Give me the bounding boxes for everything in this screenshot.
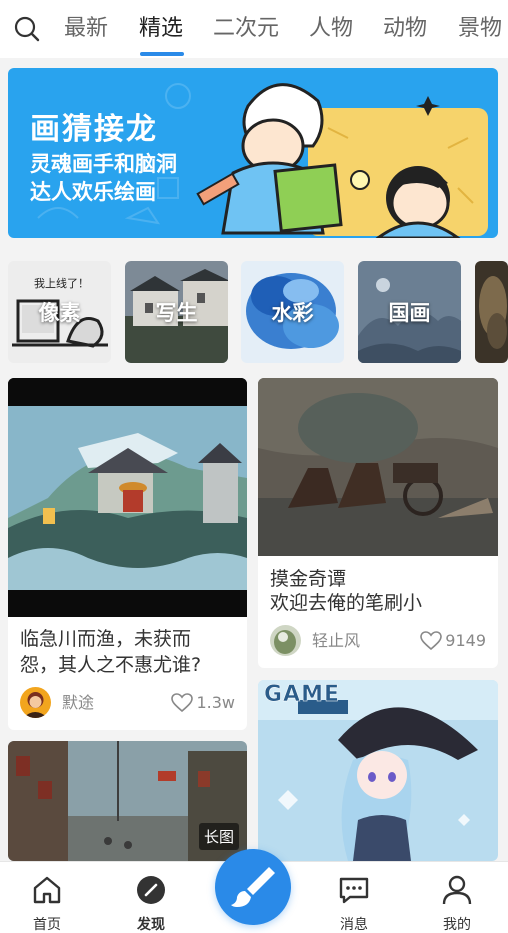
nav-mine[interactable]: 我的 — [427, 874, 487, 933]
like-count-value: 9149 — [445, 631, 486, 650]
like-count[interactable]: 9149 — [420, 631, 486, 651]
artwork-title-line1: 摸金奇谭 — [270, 568, 347, 590]
category-label: 像素 — [38, 301, 81, 325]
promo-banner[interactable]: 画猜接龙 灵魂画手和脑洞 达人欢乐绘画 — [8, 68, 498, 238]
home-icon — [33, 876, 61, 904]
nav-home[interactable]: 首页 — [17, 874, 77, 933]
long-image-badge: 长图 — [198, 823, 239, 850]
nav-messages[interactable]: 消息 — [324, 874, 384, 933]
heart-icon[interactable] — [171, 693, 194, 713]
user-icon — [442, 875, 472, 905]
category-pixel-caption: 我上线了！ — [34, 277, 89, 290]
tab-featured[interactable]: 精选 — [139, 14, 183, 44]
top-tab-bar: 最新 精选 二次元 人物 动物 景物 — [0, 0, 508, 58]
avatar-image — [20, 687, 51, 718]
active-tab-indicator — [140, 52, 184, 56]
artwork-image — [8, 378, 247, 617]
tab-scenery[interactable]: 景物 — [458, 14, 502, 44]
banner-subtitle: 灵魂画手和脑洞 达人欢乐绘画 — [30, 150, 177, 206]
category-watercolor[interactable]: 水彩 — [241, 261, 344, 363]
nav-mine-label: 我的 — [443, 917, 471, 933]
avatar[interactable] — [270, 625, 301, 656]
author-name[interactable]: 轻止风 — [312, 631, 360, 651]
category-label: 写生 — [155, 301, 198, 325]
avatar-image — [270, 625, 301, 656]
tab-anime[interactable]: 二次元 — [213, 14, 279, 44]
tab-people[interactable]: 人物 — [309, 14, 353, 44]
discover-icon — [137, 876, 165, 904]
avatar[interactable] — [20, 687, 51, 718]
artwork-card-right-1[interactable]: 摸金奇谭 欢迎去俺的笔刷小 轻止风 9149 — [258, 378, 498, 668]
banner-subtitle-line1: 灵魂画手和脑洞 — [30, 152, 177, 176]
nav-discover[interactable]: 发现 — [121, 874, 181, 933]
banner-title: 画猜接龙 — [30, 112, 158, 147]
category-label: 水彩 — [271, 301, 314, 325]
magazine-masthead: GAME — [264, 682, 341, 708]
category-pixel[interactable]: 我上线了！ 像素 — [8, 261, 111, 363]
category-label: 国画 — [388, 301, 431, 325]
search-icon[interactable] — [14, 16, 40, 42]
nav-messages-label: 消息 — [340, 917, 368, 933]
artwork-title-line1: 临急川而渔，未获而 — [20, 628, 192, 650]
artwork-image — [258, 378, 498, 556]
artwork-card-right-2[interactable]: GAME — [258, 680, 498, 861]
artwork-card-left-2[interactable]: 长图 — [8, 741, 247, 861]
artwork-title-line2: 欢迎去俺的笔刷小 — [270, 592, 423, 614]
heart-icon[interactable] — [420, 631, 443, 651]
author-name[interactable]: 默途 — [62, 693, 94, 713]
create-artwork-button[interactable] — [215, 849, 291, 925]
message-icon — [339, 877, 369, 904]
like-count-value: 1.3w — [196, 693, 235, 712]
category-chinese-painting[interactable]: 国画 — [358, 261, 461, 363]
artwork-image — [258, 680, 498, 861]
tab-animals[interactable]: 动物 — [383, 14, 427, 44]
category-more[interactable] — [475, 261, 508, 363]
brush-icon — [231, 867, 275, 907]
nav-home-label: 首页 — [33, 917, 61, 933]
tab-latest[interactable]: 最新 — [64, 14, 108, 44]
banner-subtitle-line2: 达人欢乐绘画 — [30, 180, 156, 204]
nav-discover-label: 发现 — [137, 917, 165, 933]
artwork-card-left-1[interactable]: 临急川而渔，未获而 怨，其人之不惠尤谁? 默途 1.3w — [8, 378, 247, 730]
artwork-title-line2: 怨，其人之不惠尤谁? — [20, 654, 202, 676]
like-count[interactable]: 1.3w — [171, 693, 235, 713]
category-more-image — [475, 261, 508, 363]
category-sketch[interactable]: 写生 — [125, 261, 228, 363]
